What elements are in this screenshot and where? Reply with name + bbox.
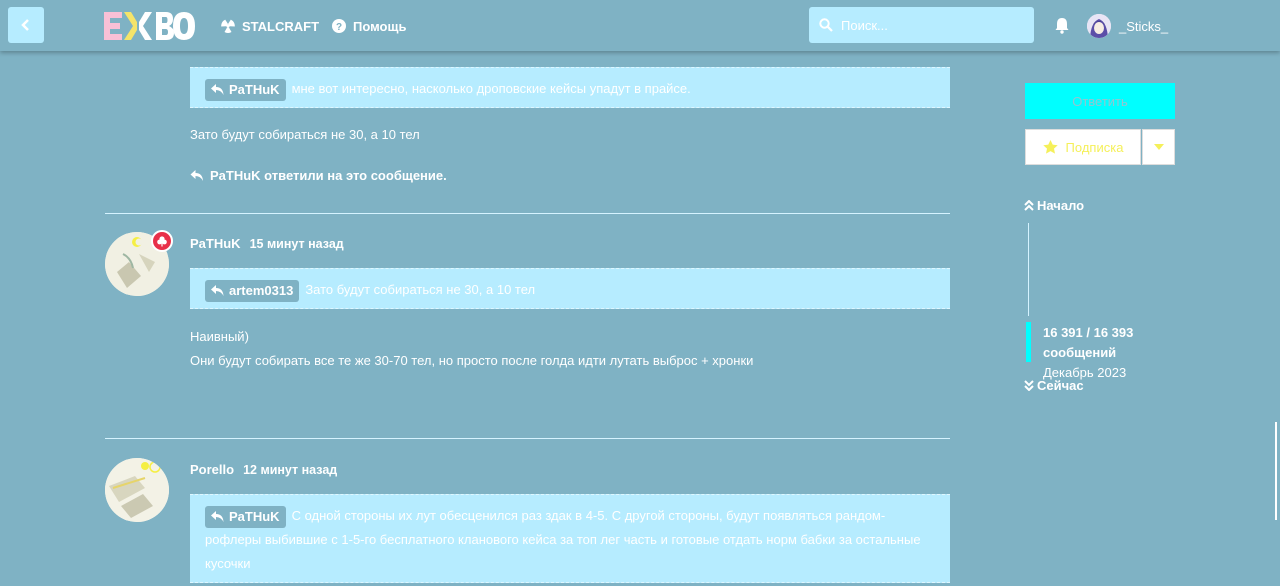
avatar-image [105, 458, 169, 522]
quote-author-link[interactable]: artem0313 [205, 279, 300, 302]
staff-badge [151, 230, 173, 252]
user-avatar [1087, 14, 1111, 38]
messages-label: сообщений [1043, 345, 1117, 360]
watch-button[interactable]: Подпиcка [1025, 129, 1141, 165]
thread-content: PaTHuK мне вот интересно, насколько дроп… [105, 51, 950, 586]
bell-icon[interactable] [1053, 16, 1071, 34]
quote-block: artem0313 Зато будут собираться не 30, а… [190, 268, 950, 309]
nav-help-label: Помощь [353, 18, 407, 34]
quote-author-link[interactable]: PaTHuK [205, 505, 286, 528]
jump-start-link[interactable]: Начало [1024, 198, 1084, 213]
jump-now-label: Сейчас [1037, 378, 1084, 393]
page-scrollbar[interactable] [1275, 422, 1277, 520]
watch-dropdown-button[interactable] [1142, 129, 1175, 165]
reply-arrow-icon [211, 285, 224, 297]
reply-arrow-icon [190, 170, 203, 181]
replies-notice-text: PaTHuK ответили на это сообщение. [210, 168, 447, 183]
quote-block: PaTHuK С одной стороны их лут обесценилс… [190, 494, 950, 583]
star-icon [1042, 140, 1058, 154]
top-bar: STALCRAFT ? Помощь _Sticks_ [0, 0, 1280, 51]
replies-notice[interactable]: PaTHuK ответили на это сообщение. [190, 168, 447, 183]
quote-text: Зато будут собираться не 30, а 10 тел [305, 282, 536, 297]
nav-stalcraft[interactable]: STALCRAFT [221, 17, 319, 35]
chevron-left-icon [21, 19, 29, 31]
avatar[interactable] [105, 458, 169, 522]
quote-author-name: artem0313 [229, 282, 294, 298]
jump-now-link[interactable]: Сейчас [1024, 378, 1084, 393]
caret-down-icon [1153, 144, 1164, 150]
radiation-icon [221, 19, 235, 33]
double-chevron-down-icon [1024, 380, 1034, 391]
anime-avatar-icon [1087, 14, 1111, 38]
post-author[interactable]: PaTHuK [190, 236, 241, 251]
back-button[interactable] [8, 7, 44, 43]
post-body: Наивный) Они будут собирать все те же 30… [190, 325, 753, 373]
scrubber-info: 16 391 / 16 393 сообщений Декабрь 2023 [1043, 323, 1133, 383]
post-header: PaTHuK 15 минут назад [190, 236, 344, 251]
post-divider [105, 213, 950, 214]
jump-start-label: Начало [1037, 198, 1085, 213]
quote-author-name: PaTHuK [229, 81, 280, 97]
quote-text: мне вот интересно, насколько дроповские … [291, 81, 691, 96]
search-box[interactable] [809, 7, 1034, 43]
post-divider [105, 438, 950, 439]
post-author[interactable]: Porello [190, 462, 234, 477]
search-input[interactable] [841, 17, 1021, 33]
nav-stalcraft-label: STALCRAFT [242, 18, 320, 34]
exbo-logo[interactable] [104, 10, 196, 42]
username: _Sticks_ [1119, 18, 1169, 34]
post-time[interactable]: 15 минут назад [250, 237, 344, 251]
nav-help[interactable]: ? Помощь [332, 17, 406, 35]
post-body-line: Наивный) [190, 329, 249, 344]
post-body-line: Они будут собирать все те же 30-70 тел, … [190, 353, 754, 368]
search-icon [819, 18, 833, 32]
quote-text: С одной стороны их лут обесценился раз з… [205, 508, 921, 571]
clover-icon [157, 236, 167, 247]
quote-author-link[interactable]: PaTHuK [205, 78, 286, 101]
quote-author-name: PaTHuK [229, 508, 280, 524]
user-menu[interactable]: _Sticks_ [1087, 14, 1168, 38]
reply-button[interactable]: Ответить [1025, 83, 1175, 119]
post-body: Зато будут собираться не 30, а 10 тел [190, 127, 420, 142]
double-chevron-up-icon [1024, 200, 1034, 211]
reply-arrow-icon [211, 84, 224, 96]
reply-arrow-icon [211, 511, 224, 523]
scrubber-handle[interactable] [1026, 322, 1031, 362]
post-time[interactable]: 12 минут назад [243, 463, 337, 477]
message-count: 16 391 / 16 393 [1043, 325, 1134, 340]
watch-label: Подпиcка [1065, 139, 1124, 155]
quote-block: PaTHuK мне вот интересно, насколько дроп… [190, 67, 950, 108]
post-header: Porello 12 минут назад [190, 462, 337, 477]
svg-text:?: ? [336, 22, 342, 33]
question-icon: ? [332, 19, 346, 33]
scrubber-track[interactable] [1028, 223, 1029, 316]
